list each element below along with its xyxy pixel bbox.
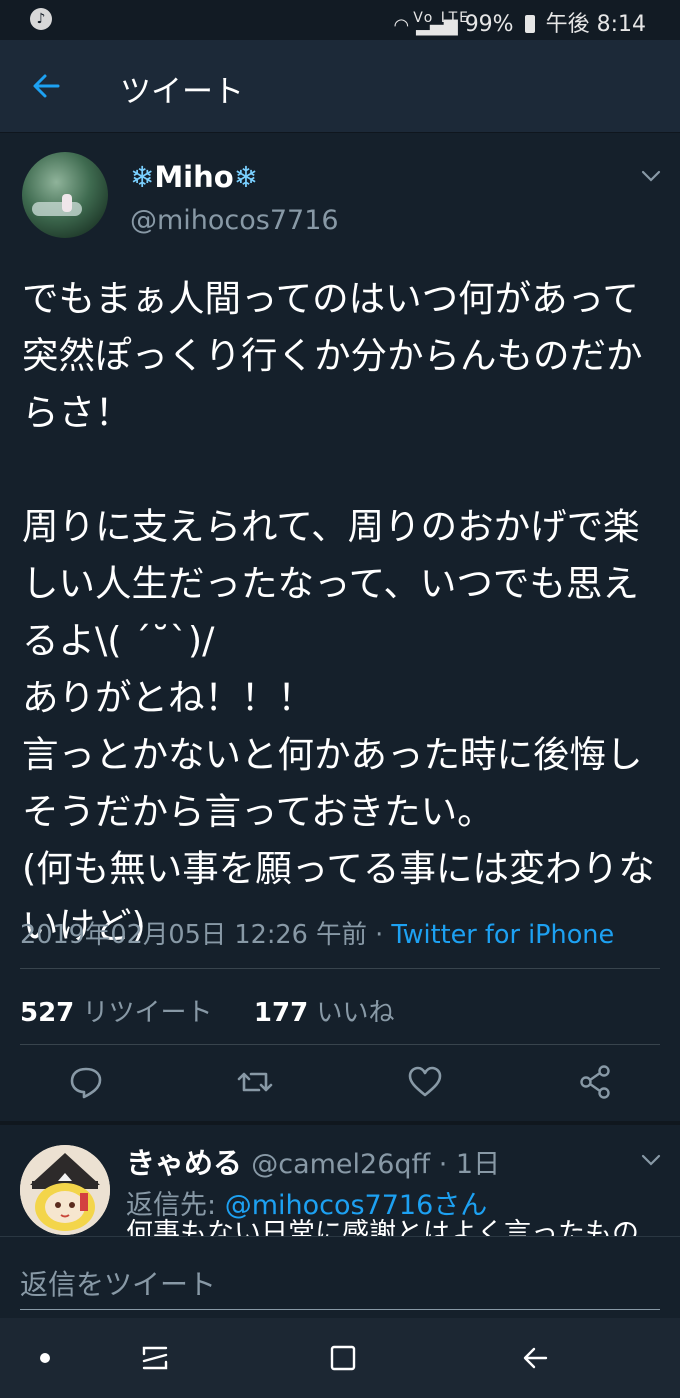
page-title: ツイート [120,74,244,110]
retweet-stat[interactable]: 527 リツイート [20,998,213,1028]
reply-to-mention[interactable]: @mihocos7716さん [225,1190,488,1221]
retweet-icon[interactable] [235,1062,275,1102]
reply-to-label: 返信先: [126,1190,225,1221]
section-separator [0,1121,680,1125]
wifi-icon: ◠ [393,15,410,36]
like-icon[interactable] [405,1062,445,1102]
avatar[interactable] [22,152,108,238]
divider [20,968,660,969]
reply-time: 1日 [455,1149,501,1180]
battery-percent: 99% [464,12,514,37]
system-nav-bar [0,1318,680,1398]
reply-input[interactable]: 返信をツイート [20,1263,216,1303]
reply-header: きゃめる @camel26qff · 1日 [126,1140,500,1182]
character-avatar-icon [20,1145,110,1235]
share-icon[interactable] [575,1062,615,1102]
retweet-count: 527 [20,998,75,1028]
app-header: ツイート [0,40,680,133]
status-right: ◠ ▂▄▆ 99% 午後 8:14 [393,6,646,38]
reply-to-line: 返信先: @mihocos7716さん [126,1183,487,1222]
recent-apps-icon[interactable] [140,1342,170,1374]
like-count: 177 [253,998,309,1028]
reply-handle[interactable]: @camel26qff [251,1149,430,1180]
tweet-meta: 2019年02月05日 12:26 午前 · Twitter for iPhon… [20,914,614,951]
timestamp: 2019年02月05日 12:26 午前 [20,920,367,950]
clock: 午後 8:14 [545,12,646,37]
snowflake-icon: ❄ [233,160,258,194]
display-name-text: Miho [154,160,234,194]
meta-separator: · [367,920,392,950]
like-stat[interactable]: 177 いいね [254,998,395,1028]
home-icon[interactable] [328,1342,358,1374]
reply-compose-bar: 返信をツイート [0,1236,680,1319]
like-label: いいね [316,998,395,1028]
status-bar: ♪ Vo LTE ◠ ▂▄▆ 99% 午後 8:14 [0,0,680,40]
user-handle[interactable]: @mihocos7716 [130,205,339,236]
snowflake-icon: ❄ [130,160,155,194]
reply-icon[interactable] [66,1062,106,1102]
back-arrow-icon[interactable] [30,70,62,102]
back-icon[interactable] [520,1342,550,1374]
input-underline [20,1309,660,1310]
chevron-down-icon[interactable] [640,168,662,184]
signal-icon: ▂▄▆ [416,15,458,36]
chevron-down-icon[interactable] [640,1152,662,1168]
reply-display-name[interactable]: きゃめる [126,1146,242,1180]
divider [20,1044,660,1045]
reply-separator: · [430,1149,456,1180]
display-name[interactable]: ❄Miho❄ [130,160,258,194]
battery-icon [524,15,535,33]
nav-dot-icon[interactable] [40,1353,50,1363]
tweet-text: でもまぁ人間ってのはいつ何があって突然ぽっくり行くか分からんものだからさ！ 周り… [22,277,655,947]
source-link[interactable]: Twitter for iPhone [391,920,614,950]
retweet-label: リツイート [82,998,213,1028]
music-note-icon: ♪ [30,8,52,30]
tweet-stats: 527 リツイート 177 いいね [20,992,394,1029]
reply-avatar[interactable] [20,1145,110,1235]
